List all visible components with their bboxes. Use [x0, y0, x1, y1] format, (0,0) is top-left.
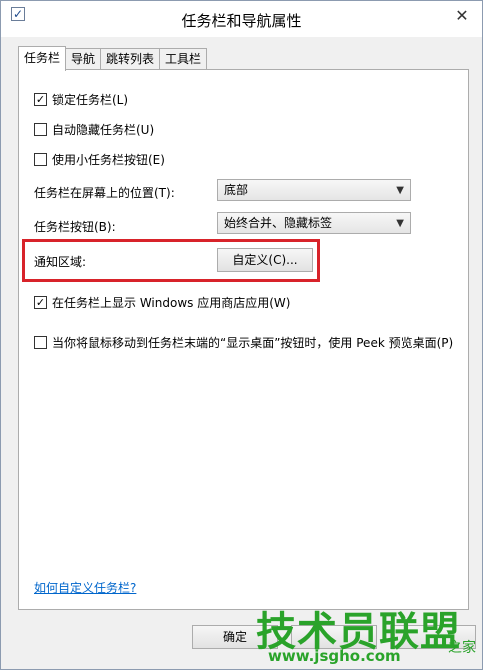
auto-hide-checkbox[interactable] [34, 123, 47, 136]
tab-taskbar[interactable]: 任务栏 [18, 46, 67, 71]
tab-toolbars[interactable]: 工具栏 [159, 48, 208, 70]
lock-taskbar-option[interactable]: ✓ 锁定任务栏(L) [34, 91, 128, 108]
small-buttons-label: 使用小任务栏按钮(E) [52, 153, 165, 167]
lock-taskbar-checkbox[interactable]: ✓ [34, 93, 47, 106]
tab-strip: 任务栏 导航 跳转列表 工具栏 [18, 46, 208, 71]
lock-taskbar-label: 锁定任务栏(L) [52, 93, 129, 107]
close-icon[interactable]: ✕ [452, 7, 472, 25]
ok-button[interactable]: 确定 [192, 625, 278, 649]
taskbar-tab-panel: ✓ 锁定任务栏(L) 自动隐藏任务栏(U) 使用小任务栏按钮(E) 任务栏在屏幕… [18, 69, 469, 610]
location-select[interactable]: 底部 ▼ [217, 179, 411, 201]
auto-hide-label: 自动隐藏任务栏(U) [52, 123, 155, 137]
buttons-row: 任务栏按钮(B): [34, 218, 116, 235]
window-title: 任务栏和导航属性 [181, 12, 302, 30]
location-row: 任务栏在屏幕上的位置(T): [34, 184, 175, 201]
small-buttons-option[interactable]: 使用小任务栏按钮(E) [34, 151, 165, 168]
location-value: 底部 [224, 183, 249, 197]
notification-area-label: 通知区域: [34, 255, 87, 269]
auto-hide-option[interactable]: 自动隐藏任务栏(U) [34, 121, 154, 138]
show-store-apps-option[interactable]: ✓ 在任务栏上显示 Windows 应用商店应用(W) [34, 294, 290, 311]
show-store-apps-checkbox[interactable]: ✓ [34, 296, 47, 309]
buttons-select[interactable]: 始终合并、隐藏标签 ▼ [217, 212, 411, 234]
small-buttons-checkbox[interactable] [34, 153, 47, 166]
cancel-button[interactable] [291, 625, 377, 649]
location-label: 任务栏在屏幕上的位置(T): [34, 186, 175, 200]
buttons-value: 始终合并、隐藏标签 [224, 216, 333, 230]
buttons-label: 任务栏按钮(B): [34, 220, 116, 234]
help-link[interactable]: 如何自定义任务栏? [34, 579, 136, 596]
notification-area-row: 通知区域: [34, 253, 86, 270]
chevron-down-icon: ▼ [396, 218, 404, 229]
chevron-down-icon: ▼ [396, 185, 404, 196]
tab-navigation[interactable]: 导航 [65, 48, 102, 70]
show-store-apps-label: 在任务栏上显示 Windows 应用商店应用(W) [52, 296, 291, 310]
watermark-url: www.jsgho.com [268, 647, 401, 665]
customize-button[interactable]: 自定义(C)... [217, 248, 313, 272]
peek-option[interactable]: 当你将鼠标移动到任务栏末端的“显示桌面”按钮时，使用 Peek 预览桌面(P) [34, 334, 453, 351]
taskbar-properties-dialog: ✓ 任务栏和导航属性 ✕ 任务栏 导航 跳转列表 工具栏 ✓ 锁定任务栏(L) … [0, 0, 483, 670]
tab-jump-lists[interactable]: 跳转列表 [100, 48, 161, 70]
peek-checkbox[interactable] [34, 336, 47, 349]
title-bar: ✓ 任务栏和导航属性 ✕ [1, 1, 482, 37]
apply-button[interactable] [390, 625, 476, 649]
peek-label: 当你将鼠标移动到任务栏末端的“显示桌面”按钮时，使用 Peek 预览桌面(P) [52, 336, 454, 350]
